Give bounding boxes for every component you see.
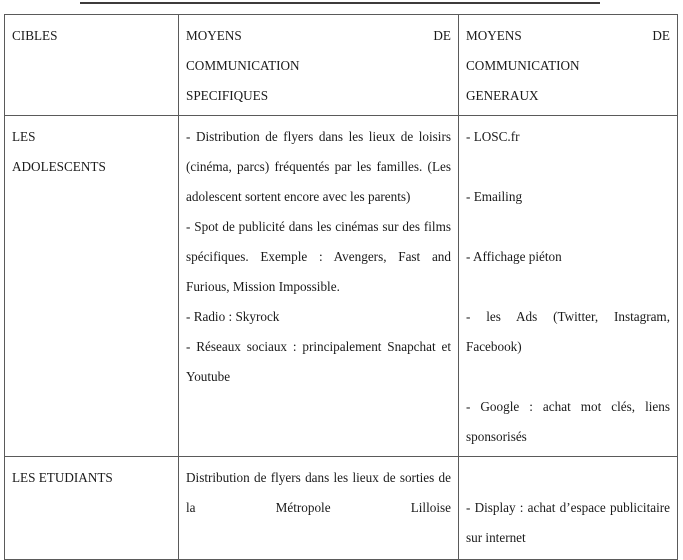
specifiques-item-radio: - Radio : Skyrock xyxy=(186,309,280,324)
header-cell-cibles: CIBLES xyxy=(4,14,179,116)
generaux-item-affichage: - Affichage piéton xyxy=(466,249,562,264)
header-specifiques-line1: MOYENS DE xyxy=(186,21,451,51)
header-generaux-line3: GENERAUX xyxy=(466,88,539,103)
table-row: LES ADOLESCENTS - Distribution de flyers… xyxy=(4,115,678,457)
cible-adolescents-line1: LES xyxy=(12,129,36,144)
specifiques-item-spot-cinema: - Spot de publicité dans les cinémas sur… xyxy=(186,219,451,294)
generaux-spacer xyxy=(466,212,670,242)
generaux-item-site: - LOSC.fr xyxy=(466,129,520,144)
cell-specifiques-etudiants: Distribution de flyers dans les lieux de… xyxy=(178,456,459,560)
generaux-item-emailing: - Emailing xyxy=(466,189,523,204)
header-specifiques-de: DE xyxy=(433,28,451,43)
specifiques-item-reseaux-sociaux: - Réseaux sociaux : principalement Snapc… xyxy=(186,339,451,384)
table-row: LES ETUDIANTS Distribution de flyers dan… xyxy=(4,456,678,560)
cell-generaux-etudiants: - Display : achat d’espace publicitaire … xyxy=(458,456,678,560)
generaux-item-google: - Google : achat mot clés, liens sponsor… xyxy=(466,399,670,444)
header-specifiques-line2: COMMUNICATION xyxy=(186,58,300,73)
generaux-item-display: - Display : achat d’espace publicitaire … xyxy=(466,500,670,545)
top-rule-fragment xyxy=(80,2,600,4)
generaux-item-ads: - les Ads (Twitter, Instagram, Facebook) xyxy=(466,309,670,354)
header-cell-moyens-generaux: MOYENS DE COMMUNICATION GENERAUX xyxy=(458,14,678,116)
document-page: CIBLES MOYENS DE COMMUNICATION SPECIFIQU… xyxy=(0,0,683,560)
cell-generaux-adolescents: - LOSC.fr - Emailing - Affichage piéton … xyxy=(458,115,678,457)
cell-cible-adolescents: LES ADOLESCENTS xyxy=(4,115,179,457)
header-cell-moyens-specifiques: MOYENS DE COMMUNICATION SPECIFIQUES xyxy=(178,14,459,116)
cell-specifiques-adolescents: - Distribution de flyers dans les lieux … xyxy=(178,115,459,457)
generaux-spacer xyxy=(466,272,670,302)
header-cibles-label: CIBLES xyxy=(12,28,58,43)
generaux-spacer xyxy=(466,463,670,493)
communication-plan-table: CIBLES MOYENS DE COMMUNICATION SPECIFIQU… xyxy=(4,14,678,560)
cell-cible-etudiants: LES ETUDIANTS xyxy=(4,456,179,560)
specifiques-item-flyers: - Distribution de flyers dans les lieux … xyxy=(186,129,451,204)
header-generaux-line1: MOYENS DE xyxy=(466,21,670,51)
header-specifiques-moyens: MOYENS xyxy=(186,28,242,43)
specifiques-item-flyers-sorties: Distribution de flyers dans les lieux de… xyxy=(186,470,451,515)
table-header-row: CIBLES MOYENS DE COMMUNICATION SPECIFIQU… xyxy=(4,14,678,116)
header-generaux-line2: COMMUNICATION xyxy=(466,58,580,73)
cible-etudiants-label: LES ETUDIANTS xyxy=(12,470,113,485)
header-generaux-de: DE xyxy=(652,28,670,43)
cible-adolescents-line2: ADOLESCENTS xyxy=(12,159,106,174)
generaux-spacer xyxy=(466,152,670,182)
header-generaux-moyens: MOYENS xyxy=(466,28,522,43)
generaux-spacer xyxy=(466,362,670,392)
header-specifiques-line3: SPECIFIQUES xyxy=(186,88,269,103)
